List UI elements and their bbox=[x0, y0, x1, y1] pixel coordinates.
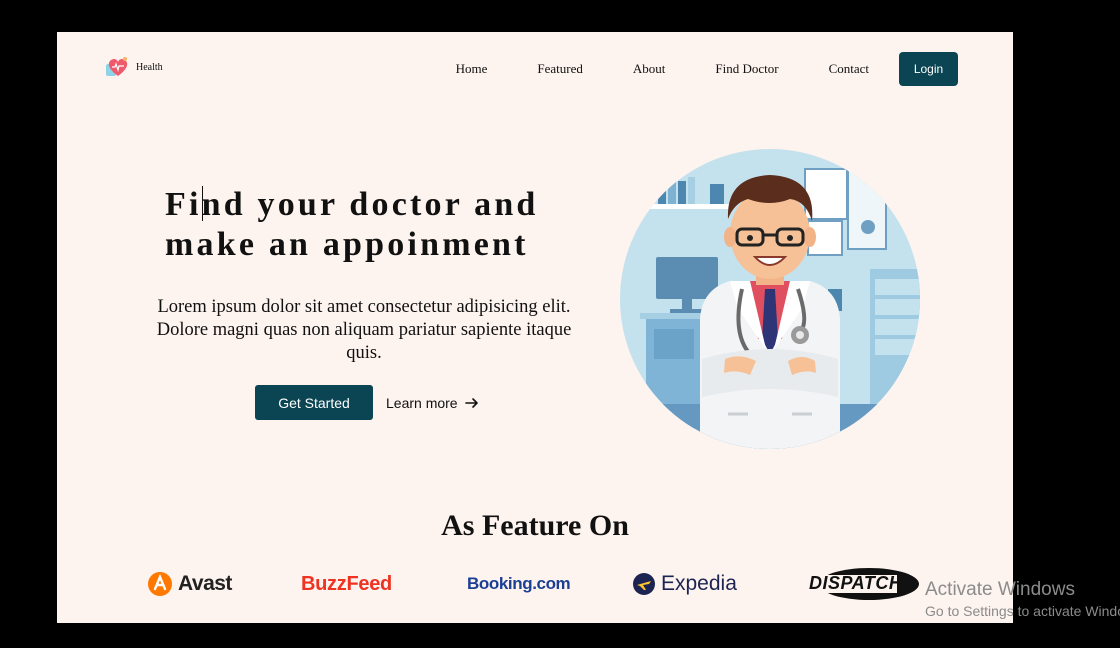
brand-logos: Avast BuzzFeed Booking.com Expedia DISPA… bbox=[57, 562, 1013, 606]
hero-title: Find your doctor and make an appoinment bbox=[165, 185, 585, 265]
heart-logo-icon bbox=[106, 57, 128, 76]
activate-windows-watermark: Activate Windows Go to Settings to activ… bbox=[925, 579, 1120, 621]
feature-title: As Feature On bbox=[441, 509, 629, 542]
hero-title-line2: make an appoinment bbox=[165, 226, 529, 263]
get-started-button[interactable]: Get Started bbox=[255, 385, 373, 420]
brand-avast: Avast bbox=[147, 562, 232, 606]
watermark-subtitle: Go to Settings to activate Windows. bbox=[925, 603, 1120, 619]
brand-dispatch: DISPATCH bbox=[807, 562, 921, 606]
main-nav: Home Featured About Find Doctor Contact … bbox=[456, 52, 958, 86]
bottom-strip bbox=[0, 648, 1120, 658]
plane-icon bbox=[633, 573, 655, 595]
nav-featured[interactable]: Featured bbox=[537, 61, 582, 77]
nav-contact[interactable]: Contact bbox=[829, 61, 869, 77]
landing-page: Health Home Featured About Find Doctor C… bbox=[57, 32, 1013, 623]
brand-expedia: Expedia bbox=[632, 562, 737, 606]
doctor-illustration bbox=[620, 149, 920, 449]
avast-icon bbox=[148, 572, 172, 596]
learn-more-link[interactable]: Learn more bbox=[386, 392, 479, 414]
learn-more-label: Learn more bbox=[386, 395, 458, 411]
login-button[interactable]: Login bbox=[899, 52, 958, 86]
brand-buzzfeed: BuzzFeed bbox=[301, 572, 392, 595]
text-cursor bbox=[202, 186, 203, 221]
hero-title-line1: Find your doctor and bbox=[165, 186, 539, 223]
hero-description: Lorem ipsum dolor sit amet consectetur a… bbox=[156, 297, 572, 363]
nav-home[interactable]: Home bbox=[456, 61, 488, 77]
logo-text: Health bbox=[136, 61, 163, 73]
logo[interactable]: Health bbox=[104, 54, 163, 80]
nav-about[interactable]: About bbox=[633, 61, 666, 77]
brand-booking: Booking.com bbox=[467, 574, 571, 593]
watermark-title: Activate Windows bbox=[925, 579, 1075, 600]
arrow-right-icon bbox=[464, 398, 478, 408]
doctor-icon bbox=[620, 149, 920, 449]
nav-find-doctor[interactable]: Find Doctor bbox=[715, 61, 778, 77]
